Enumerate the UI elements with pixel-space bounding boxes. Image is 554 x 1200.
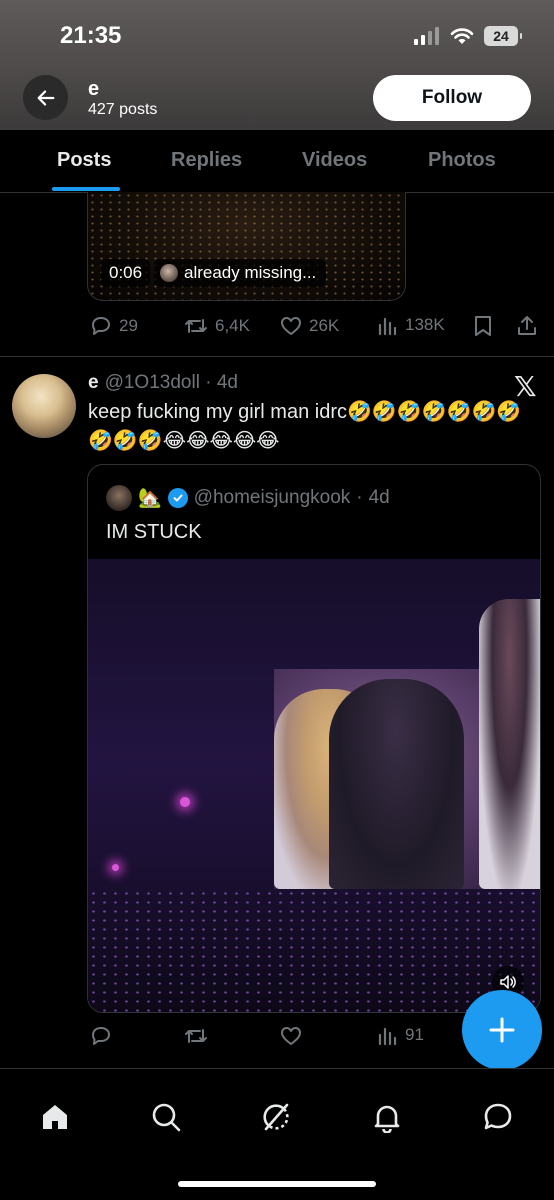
quote-text: IM STUCK — [106, 521, 202, 543]
profile-tabs: Posts Replies Videos Photos — [0, 130, 554, 193]
quote-header: 🏡 @homeisjungkook · 4d — [106, 485, 390, 511]
message-icon — [484, 1103, 512, 1130]
share-icon — [518, 316, 536, 335]
tab-photos[interactable]: Photos — [428, 149, 496, 172]
nav-grok[interactable] — [258, 1099, 294, 1135]
performer-figure — [479, 599, 540, 889]
quote-avatar — [106, 485, 132, 511]
author-avatar[interactable] — [12, 374, 76, 438]
nav-messages[interactable] — [480, 1099, 516, 1135]
quote-time: 4d — [368, 487, 390, 508]
bookmark-button[interactable] — [472, 314, 494, 338]
signal-icon — [414, 27, 439, 45]
tab-posts[interactable]: Posts — [57, 149, 111, 172]
status-icons: 24 — [414, 26, 522, 46]
stage-light — [180, 797, 190, 807]
quoted-tweet[interactable]: 🏡 @homeisjungkook · 4d IM STUCK — [87, 464, 541, 1013]
share-button[interactable] — [515, 314, 539, 338]
bell-icon — [374, 1105, 400, 1133]
compose-button[interactable] — [462, 990, 542, 1070]
reply-count: 29 — [119, 316, 138, 335]
video-duration: 0:06 — [101, 259, 151, 287]
tweet-video[interactable]: 0:06 already missing... — [87, 192, 406, 301]
view-count: 91 — [405, 1025, 424, 1044]
views-icon — [378, 1027, 397, 1046]
tab-videos[interactable]: Videos — [302, 149, 367, 172]
follow-button[interactable]: Follow — [373, 75, 531, 121]
views-icon — [378, 317, 397, 336]
post-count: 427 posts — [88, 101, 158, 118]
quote-video[interactable] — [88, 559, 540, 1012]
search-icon — [152, 1103, 181, 1132]
reply-button[interactable]: 29 — [89, 314, 138, 338]
crowd-lights — [88, 889, 540, 1012]
back-button[interactable] — [23, 75, 68, 120]
view-count: 138K — [405, 315, 445, 334]
nav-home[interactable] — [37, 1099, 73, 1135]
performer-figure — [329, 679, 464, 889]
concert-screen — [274, 599, 540, 889]
author-name[interactable]: e — [88, 372, 99, 393]
views-button[interactable]: 91 — [377, 1024, 424, 1046]
reply-icon — [92, 1027, 110, 1045]
tweet-header: e @1O13doll · 4d — [88, 372, 238, 393]
nav-notifications[interactable] — [369, 1099, 405, 1135]
home-icon — [43, 1105, 67, 1129]
like-button[interactable]: 26K — [279, 314, 339, 338]
active-tab-indicator — [52, 187, 120, 191]
battery-indicator: 24 — [484, 26, 522, 46]
grok-icon — [263, 1103, 289, 1131]
tweet-time: 4d — [216, 372, 238, 393]
tweet-divider — [0, 356, 554, 357]
quote-emoji: 🏡 — [138, 488, 162, 509]
repost-icon — [185, 319, 207, 333]
quote-handle: @homeisjungkook — [193, 487, 351, 508]
views-button[interactable]: 138K — [377, 314, 445, 336]
caption-avatar — [160, 264, 178, 282]
heart-icon — [281, 317, 301, 335]
repost-button[interactable]: 6,4K — [183, 314, 250, 338]
author-handle[interactable]: @1O13doll — [105, 372, 200, 393]
home-indicator — [178, 1181, 376, 1187]
video-caption: already missing... — [154, 259, 327, 287]
tweet-actions: 29 6,4K 26K 138K — [0, 314, 554, 338]
speaker-icon — [500, 975, 516, 989]
verified-badge-icon — [167, 488, 188, 508]
back-arrow-icon — [37, 89, 54, 106]
reply-button[interactable] — [89, 1024, 113, 1048]
repost-icon — [185, 1029, 207, 1043]
repost-button[interactable] — [183, 1024, 209, 1048]
status-time: 21:35 — [60, 22, 122, 49]
nav-search[interactable] — [148, 1099, 184, 1135]
like-count: 26K — [309, 316, 340, 335]
stage-light — [112, 864, 119, 871]
heart-icon — [281, 1027, 301, 1045]
video-caption-text: already missing... — [184, 263, 317, 282]
profile-name: e — [88, 78, 100, 100]
profile-header: 21:35 24 e 427 posts Follow — [0, 0, 554, 130]
reply-icon — [92, 317, 110, 335]
wifi-icon — [450, 28, 474, 44]
plus-icon — [489, 1017, 515, 1043]
bookmark-icon — [475, 316, 491, 336]
tweet-text: keep fucking my girl man idrc🤣🤣🤣🤣🤣🤣🤣🤣🤣🤣😂… — [88, 401, 522, 452]
tab-replies[interactable]: Replies — [171, 149, 242, 172]
like-button[interactable] — [279, 1024, 303, 1048]
repost-count: 6,4K — [215, 316, 250, 335]
